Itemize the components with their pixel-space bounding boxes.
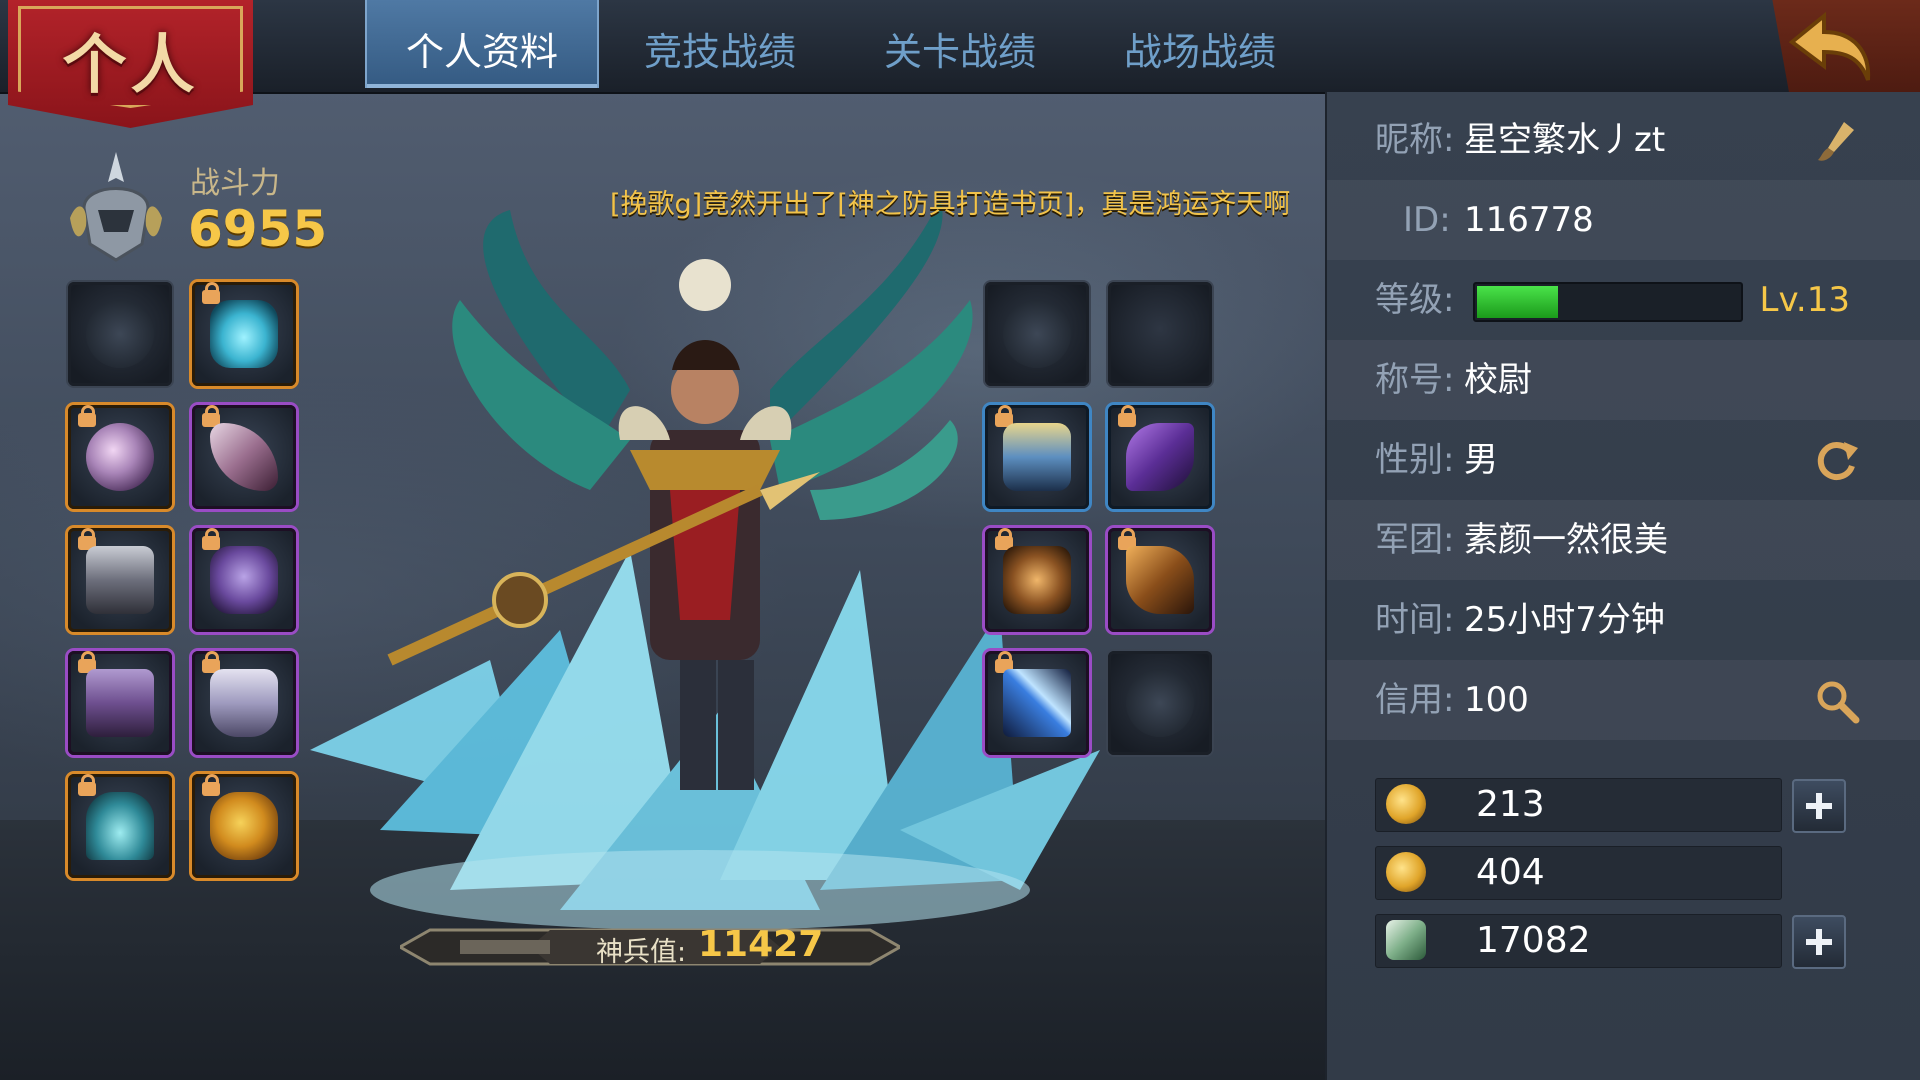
nickname-value: 星空繁水丿zt [1464, 120, 1666, 160]
legion-label: 军团: [1375, 520, 1455, 560]
equip-slot-claw[interactable] [985, 405, 1089, 509]
add-jade-button[interactable] [1792, 915, 1846, 969]
time-row: 时间: 25小时7分钟 [1327, 580, 1920, 660]
equip-slot-armor[interactable] [68, 528, 172, 632]
id-row: ID: 116778 [1327, 180, 1920, 260]
legion-value: 素颜一然很美 [1464, 520, 1668, 560]
title-label: 称号: [1375, 360, 1455, 400]
time-value: 25小时7分钟 [1464, 600, 1665, 640]
equip-slot-belt[interactable] [68, 651, 172, 755]
god-weapon-value: 11427 [698, 924, 824, 965]
tab-battlefield-record[interactable]: 战场战绩 [1085, 0, 1315, 88]
equip-slot-pet[interactable] [192, 774, 296, 878]
tab-arena-record[interactable]: 竞技战绩 [605, 0, 835, 88]
equip-slot-crossbow[interactable] [985, 528, 1089, 632]
fang-pendant-icon [210, 423, 278, 491]
profile-info-panel: 昵称: 星空繁水丿zt ID: 116778 等级: Lv.13 称号: 校尉 … [1325, 92, 1920, 1080]
gender-value: 男 [1464, 440, 1498, 480]
refresh-icon[interactable] [1814, 438, 1860, 484]
lock-icon [78, 405, 96, 427]
title-value: 校尉 [1464, 360, 1532, 400]
staff-icon [1126, 546, 1194, 614]
title-row: 称号: 校尉 [1327, 340, 1920, 420]
time-label: 时间: [1375, 600, 1455, 640]
belt-icon [86, 669, 154, 737]
equip-slot-empty-1[interactable] [68, 282, 172, 386]
tab-profile[interactable]: 个人资料 [365, 0, 599, 88]
level-progress-fill [1477, 286, 1558, 318]
equip-slot-arrow[interactable] [985, 651, 1089, 755]
bound-gold-value: 404 [1476, 852, 1545, 893]
lock-icon [202, 282, 220, 304]
gauntlet-icon [210, 546, 278, 614]
equip-slot-mount[interactable] [192, 282, 296, 386]
equip-slot-staff[interactable] [1108, 528, 1212, 632]
equip-slot-bow[interactable] [1108, 405, 1212, 509]
gender-label: 性别: [1375, 440, 1455, 480]
add-gold-button[interactable] [1792, 779, 1846, 833]
nickname-label: 昵称: [1375, 120, 1455, 160]
lock-icon [1118, 405, 1136, 427]
equip-slot-gloves[interactable] [192, 528, 296, 632]
return-arrow-icon [1788, 11, 1871, 81]
equip-slot-boots[interactable] [192, 651, 296, 755]
credit-row: 信用: 100 [1327, 660, 1920, 740]
locked-gold-coin-icon [1386, 852, 1426, 892]
cloud-mount-icon [210, 300, 278, 368]
chest-armor-icon [86, 546, 154, 614]
ring-icon [86, 423, 154, 491]
level-progress-bar [1473, 282, 1743, 322]
level-label: 等级: [1375, 280, 1455, 320]
brush-icon[interactable] [1814, 118, 1860, 164]
gold-coin-icon [1386, 784, 1426, 824]
equip-slot-empty-4[interactable] [1108, 651, 1212, 755]
bow-icon [1126, 423, 1194, 491]
equip-slot-empty-3[interactable] [1108, 282, 1212, 386]
jade-icon [1386, 920, 1426, 960]
level-value: Lv.13 [1759, 280, 1851, 320]
lightning-arrow-icon [1003, 669, 1071, 737]
gold-value: 213 [1476, 784, 1545, 825]
server-announcement: [挽歌g]竟然开出了[神之防具打造书页]，真是鸿运齐天啊 [610, 189, 1291, 220]
page-title: 个人 [62, 28, 199, 103]
page-banner: 个人 [8, 0, 253, 128]
equip-slot-wings[interactable] [68, 774, 172, 878]
magnifier-icon[interactable] [1814, 678, 1860, 724]
credit-label: 信用: [1375, 680, 1455, 720]
id-label: ID: [1403, 200, 1451, 240]
currency-row-gold: 213 [1375, 778, 1782, 832]
golden-toad-pet-icon [210, 792, 278, 860]
feather-icon [1003, 300, 1071, 368]
helmet-emblem-icon [70, 152, 162, 262]
equip-slot-empty-2[interactable] [985, 282, 1089, 386]
currency-row-bound-gold: 404 [1375, 846, 1782, 900]
back-button[interactable] [1772, 0, 1920, 100]
top-bar: 个人资料 竞技战绩 关卡战绩 战场战绩 [0, 0, 1920, 100]
jade-value: 17082 [1476, 920, 1591, 961]
equip-slot-necklace[interactable] [192, 405, 296, 509]
boots-icon [210, 669, 278, 737]
horse-emblem-icon [1126, 669, 1194, 737]
tab-stage-record[interactable]: 关卡战绩 [845, 0, 1075, 88]
legion-row: 军团: 素颜一然很美 [1327, 500, 1920, 580]
currency-row-jade: 17082 [1375, 914, 1782, 968]
god-weapon-label: 神兵值: [596, 937, 687, 968]
credit-value: 100 [1464, 680, 1529, 720]
lock-icon [202, 528, 220, 550]
level-row: 等级: Lv.13 [1327, 260, 1920, 340]
crossbow-icon [1003, 546, 1071, 614]
gender-row: 性别: 男 [1327, 420, 1920, 500]
id-value: 116778 [1464, 200, 1594, 240]
lock-icon [202, 774, 220, 796]
wings-icon [86, 792, 154, 860]
claw-icon [1003, 423, 1071, 491]
nickname-row: 昵称: 星空繁水丿zt [1327, 100, 1920, 180]
lock-icon [78, 774, 96, 796]
equip-slot-ring[interactable] [68, 405, 172, 509]
combat-power-label: 战斗力 [190, 166, 280, 201]
dragon-emblem-icon [86, 300, 154, 368]
